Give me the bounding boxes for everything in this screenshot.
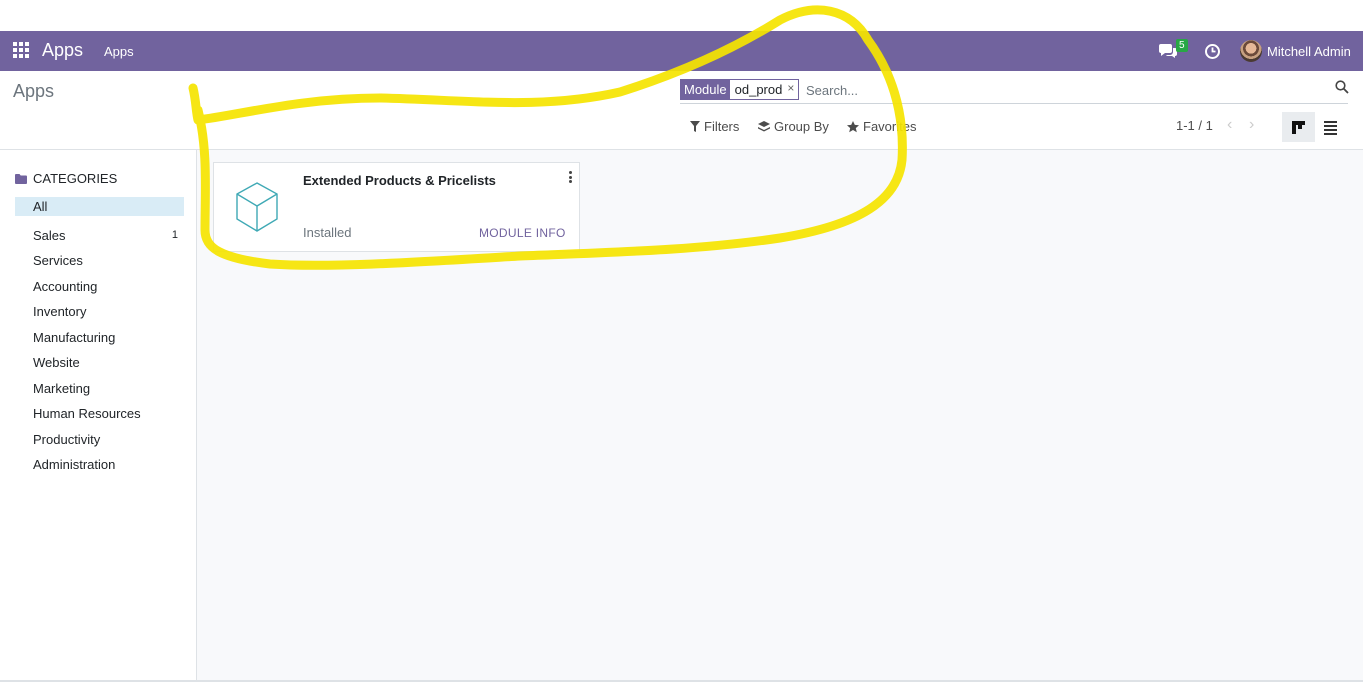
- category-item-manufacturing[interactable]: Manufacturing: [15, 325, 184, 351]
- page: Apps Apps 5 Mitchell Admin Apps Module o…: [0, 0, 1363, 682]
- categories-header: CATEGORIES: [15, 171, 117, 186]
- categories-sidebar: CATEGORIES All Sales 1 Services Accounti…: [0, 150, 197, 680]
- category-label: All: [33, 199, 48, 214]
- category-label: Sales: [33, 227, 66, 243]
- category-item-administration[interactable]: Administration: [15, 452, 184, 478]
- filters-label: Filters: [704, 119, 740, 134]
- app-title[interactable]: Apps: [42, 40, 83, 61]
- module-title: Extended Products & Pricelists: [303, 173, 496, 188]
- category-label: Productivity: [33, 431, 101, 447]
- category-item-accounting[interactable]: Accounting: [15, 274, 184, 300]
- category-count: 1: [171, 229, 178, 242]
- list-icon: [1324, 121, 1337, 135]
- list-view-button[interactable]: [1318, 112, 1343, 142]
- category-label: Inventory: [33, 304, 87, 320]
- facet-remove-button[interactable]: ×: [787, 80, 799, 99]
- category-item-all[interactable]: All: [15, 197, 184, 216]
- top-navbar: Apps Apps 5 Mitchell Admin: [0, 31, 1363, 71]
- favorites-label: Favorites: [863, 119, 917, 134]
- filters-button[interactable]: Filters: [690, 119, 739, 134]
- control-panel: Apps Module od_prod × Filters: [0, 71, 1363, 150]
- chevron-left-icon[interactable]: ‹: [1227, 116, 1232, 134]
- category-item-inventory[interactable]: Inventory: [15, 299, 184, 325]
- category-label: Website: [33, 355, 80, 371]
- module-card[interactable]: Extended Products & Pricelists Installed…: [213, 162, 580, 252]
- search-bar: Module od_prod ×: [680, 79, 1349, 104]
- category-item-services[interactable]: Services: [15, 248, 184, 274]
- category-item-human-resources[interactable]: Human Resources: [15, 401, 184, 427]
- category-label: Administration: [33, 457, 116, 473]
- messages-badge: 5: [1176, 39, 1188, 52]
- search-facet: Module od_prod ×: [680, 79, 800, 100]
- cube-icon: [236, 182, 278, 232]
- group-by-button[interactable]: Group By: [758, 119, 829, 134]
- favorites-button[interactable]: Favorites: [847, 119, 916, 134]
- search-input[interactable]: [806, 81, 1306, 99]
- facet-label: Module: [681, 80, 730, 99]
- apps-menu-icon[interactable]: [13, 42, 29, 58]
- filter-icon: [690, 121, 700, 132]
- search-icon[interactable]: [1335, 80, 1349, 94]
- kanban-icon: [1292, 121, 1305, 134]
- user-menu[interactable]: Mitchell Admin: [1267, 44, 1351, 59]
- category-label: Accounting: [33, 278, 98, 294]
- layers-icon: [758, 120, 770, 131]
- category-label: Marketing: [33, 380, 91, 396]
- category-item-marketing[interactable]: Marketing: [15, 376, 184, 402]
- chevron-right-icon[interactable]: ›: [1249, 116, 1254, 134]
- pager-value[interactable]: 1-1 / 1: [1176, 118, 1213, 133]
- star-icon: [847, 120, 859, 132]
- category-item-sales[interactable]: Sales 1: [15, 223, 184, 249]
- group-by-label: Group By: [774, 119, 829, 134]
- category-label: Manufacturing: [33, 329, 116, 345]
- breadcrumb: Apps: [13, 81, 55, 101]
- categories-list: All Sales 1 Services Accounting Inventor…: [15, 197, 184, 478]
- category-item-productivity[interactable]: Productivity: [15, 427, 184, 453]
- categories-title: CATEGORIES: [33, 171, 118, 186]
- module-info-button[interactable]: MODULE INFO: [479, 226, 566, 240]
- kebab-menu-icon[interactable]: [566, 171, 574, 185]
- chat-icon[interactable]: [1158, 43, 1178, 59]
- clock-icon[interactable]: [1204, 43, 1221, 60]
- facet-value: od_prod: [729, 80, 788, 99]
- folder-icon: [15, 173, 27, 184]
- kanban-view: Extended Products & Pricelists Installed…: [197, 150, 1363, 680]
- category-label: Services: [33, 253, 83, 269]
- module-status: Installed: [303, 225, 352, 240]
- nav-menu-apps[interactable]: Apps: [104, 44, 134, 59]
- kanban-view-button[interactable]: [1282, 112, 1315, 142]
- category-label: Human Resources: [33, 406, 141, 422]
- user-avatar[interactable]: [1240, 40, 1262, 62]
- category-item-website[interactable]: Website: [15, 350, 184, 376]
